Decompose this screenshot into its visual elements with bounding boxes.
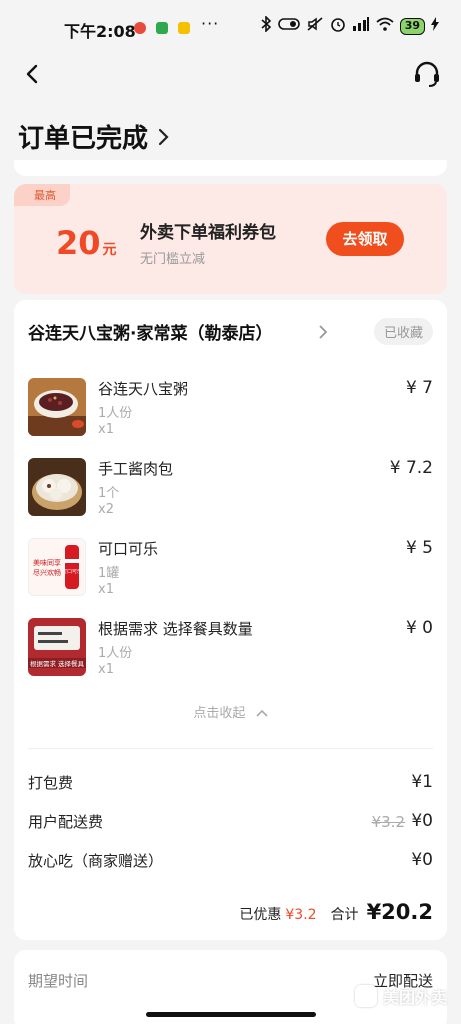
order-status-header[interactable]: 订单已完成 <box>18 118 170 155</box>
cola-brand-text: 可口可乐 <box>62 568 82 575</box>
fee-original-value: ¥3.2 <box>371 813 405 831</box>
order-item[interactable]: 手工酱肉包 1个 x2 ¥ 7.2 <box>28 458 433 524</box>
chevron-left-icon <box>26 64 38 84</box>
coupon-subtitle: 无门槛立减 <box>140 252 206 267</box>
wifi-icon <box>376 17 394 35</box>
notification-icon <box>134 22 146 34</box>
item-quantity: x1 <box>98 662 114 677</box>
delivery-fee-row: 用户配送费 ¥3.2 ¥0 <box>28 811 433 835</box>
item-name: 根据需求 选择餐具数量 <box>98 620 253 638</box>
coupon-amount-unit: 元 <box>102 242 117 258</box>
item-thumbnail: 可口可乐 美味同享 尽兴欢畅 <box>28 538 86 596</box>
order-item[interactable]: 谷连天八宝粥 1人份 x1 ¥ 7 <box>28 378 433 444</box>
store-row[interactable]: 谷连天八宝粥·家常菜（勒泰店） 已收藏 <box>28 316 433 348</box>
total-label: 合计 <box>330 907 359 923</box>
vibrate-icon <box>277 17 300 35</box>
item-name: 谷连天八宝粥 <box>98 380 189 398</box>
home-indicator[interactable] <box>146 1012 316 1017</box>
collapse-label: 点击收起 <box>193 706 246 721</box>
status-icons: 39 <box>260 15 439 36</box>
total-row: 已优惠 ¥3.2 合计 ¥20.2 <box>28 900 433 930</box>
item-price: ¥ 7.2 <box>389 458 433 478</box>
claim-coupon-button[interactable]: 去领取 <box>326 222 404 256</box>
chevron-up-icon <box>256 709 268 717</box>
order-item[interactable]: 根据需求 选择餐具 根据需求 选择餐具数量 1人份 x1 ¥ 0 <box>28 618 433 684</box>
signal-icon <box>352 17 370 35</box>
favorited-badge[interactable]: 已收藏 <box>373 318 433 345</box>
top-nav <box>0 56 461 96</box>
item-thumbnail <box>28 378 86 436</box>
coupon-tag: 最高 <box>14 184 70 206</box>
fee-value: ¥0 <box>411 850 433 870</box>
order-item[interactable]: 可口可乐 美味同享 尽兴欢畅 可口可乐 1罐 x1 ¥ 5 <box>28 538 433 604</box>
total-summary: 已优惠 ¥3.2 合计 ¥20.2 <box>239 900 433 924</box>
chevron-right-icon <box>319 325 328 339</box>
item-name: 手工酱肉包 <box>98 460 174 478</box>
divider <box>28 748 433 749</box>
charging-icon <box>431 17 439 35</box>
item-thumbnail <box>28 458 86 516</box>
collapse-items-button[interactable]: 点击收起 <box>14 702 447 721</box>
coupon-banner[interactable]: 最高 20 元 外卖下单福利券包 无门槛立减 去领取 <box>14 184 447 294</box>
food-safety-row: 放心吃（商家赠送） ¥0 <box>28 850 433 874</box>
mute-icon <box>306 16 324 36</box>
order-detail-card: 谷连天八宝粥·家常菜（勒泰店） 已收藏 谷连天八宝粥 1人份 x1 ¥ 7 手工… <box>14 300 447 940</box>
fee-value: ¥0 <box>411 811 433 831</box>
page-title: 订单已完成 <box>18 124 149 154</box>
item-spec: 1人份 <box>98 646 133 661</box>
coupon-amount: 20 元 <box>56 224 117 262</box>
delivery-time-label: 期望时间 <box>28 972 89 990</box>
discount-label: 已优惠 <box>239 907 282 923</box>
coupon-amount-value: 20 <box>56 224 101 262</box>
fee-value: ¥1 <box>411 772 433 792</box>
total-value: ¥20.2 <box>366 900 433 924</box>
cola-ad-text: 美味同享 <box>33 558 61 567</box>
item-quantity: x1 <box>98 582 114 597</box>
watermark-text: 美团外卖 <box>382 988 447 1007</box>
item-quantity: x2 <box>98 502 114 517</box>
alarm-icon <box>330 16 346 36</box>
status-time: 下午2:08 <box>64 22 136 41</box>
item-price: ¥ 0 <box>405 618 433 638</box>
coupon-title: 外卖下单福利券包 <box>140 223 276 243</box>
collapsed-card-edge <box>14 160 447 176</box>
item-thumbnail: 根据需求 选择餐具 <box>28 618 86 676</box>
status-bar: 下午2:08 ··· 39 <box>0 0 461 48</box>
headset-icon <box>415 61 439 87</box>
meituan-logo-icon <box>354 985 377 1007</box>
packaging-fee-row: 打包费 ¥1 <box>28 772 433 796</box>
item-price: ¥ 7 <box>405 378 433 398</box>
discount-value: ¥3.2 <box>285 907 317 923</box>
item-name: 可口可乐 <box>98 540 159 558</box>
store-name: 谷连天八宝粥·家常菜（勒泰店） <box>28 324 273 344</box>
back-button[interactable] <box>16 58 48 90</box>
cutlery-thumb-text: 根据需求 选择餐具 <box>30 659 85 668</box>
chevron-right-icon <box>158 128 169 145</box>
app-notification-icon <box>178 22 190 34</box>
fee-label: 打包费 <box>28 774 74 792</box>
fee-label: 放心吃（商家赠送） <box>28 852 164 870</box>
meituan-watermark: 美团外卖 <box>354 984 447 1008</box>
fee-label: 用户配送费 <box>28 813 104 831</box>
item-spec: 1个 <box>98 486 120 501</box>
item-spec: 1罐 <box>98 566 120 581</box>
item-quantity: x1 <box>98 422 114 437</box>
battery-icon: 39 <box>399 17 425 35</box>
item-price: ¥ 5 <box>405 538 433 558</box>
customer-service-button[interactable] <box>411 58 443 90</box>
bluetooth-icon <box>260 15 272 36</box>
more-notifications-icon: ··· <box>201 14 220 33</box>
wechat-notification-icon <box>156 22 168 34</box>
cola-ad-text: 尽兴欢畅 <box>33 568 61 577</box>
item-spec: 1人份 <box>98 406 133 421</box>
